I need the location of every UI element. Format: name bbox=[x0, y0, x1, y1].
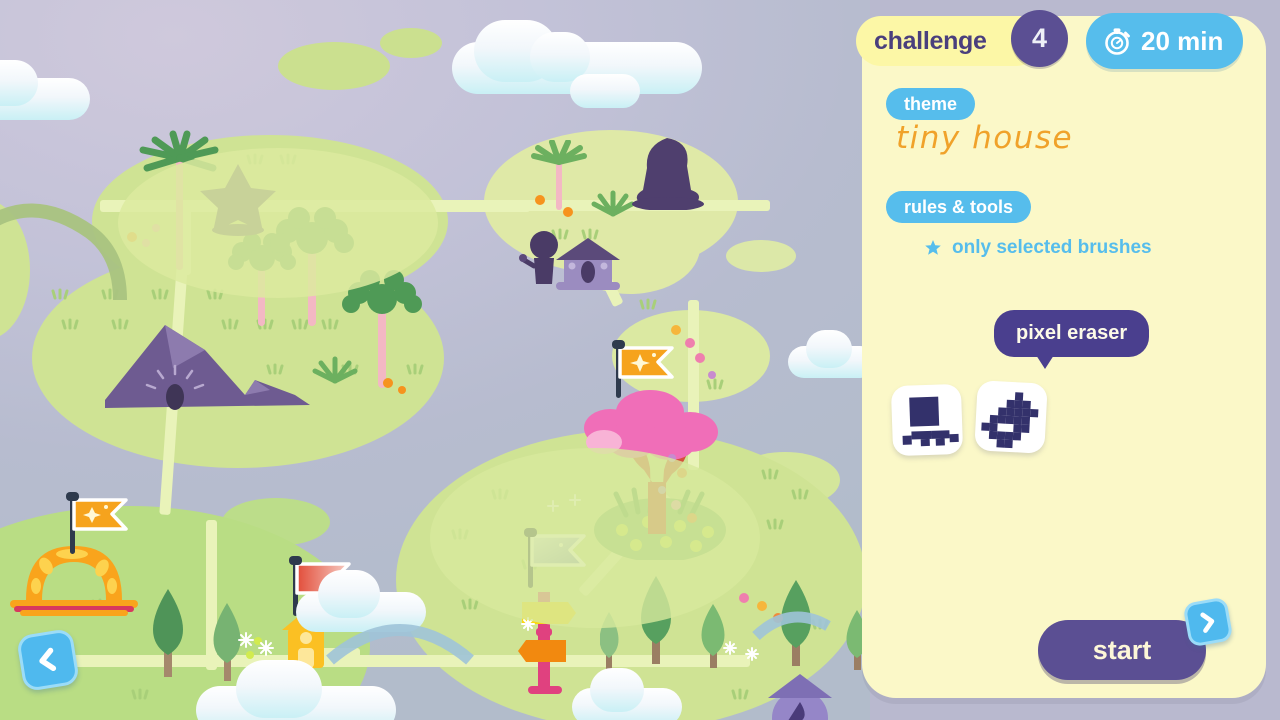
cloud-top-left bbox=[0, 60, 90, 120]
start-label: start bbox=[1092, 634, 1152, 665]
cloud-bottom-small bbox=[572, 668, 682, 720]
island-small-top-b bbox=[371, 28, 451, 72]
back-button[interactable] bbox=[15, 627, 81, 693]
chevron-left-icon bbox=[39, 647, 57, 672]
island-small-top-a bbox=[269, 42, 399, 104]
purple-birdhouse[interactable] bbox=[760, 672, 840, 720]
avatar-character[interactable] bbox=[518, 228, 568, 288]
cloud-lower-left bbox=[296, 570, 426, 632]
tool-tooltip-text: pixel eraser bbox=[1016, 322, 1128, 344]
tool-tooltip: pixel eraser bbox=[994, 310, 1150, 369]
rule-item-0: only selected brushes bbox=[924, 237, 1152, 259]
cloud-top-centre bbox=[452, 16, 702, 108]
game-screen: challenge 4 20 min theme tiny house rule… bbox=[0, 0, 1280, 720]
island-small-right-a bbox=[717, 240, 805, 286]
challenge-label: challenge bbox=[874, 26, 987, 55]
challenge-number-badge: 4 bbox=[1011, 10, 1068, 67]
island-shade-south bbox=[430, 448, 760, 628]
start-arrow-button[interactable] bbox=[1182, 596, 1234, 648]
theme-value: tiny house bbox=[896, 120, 1074, 156]
panel-header: challenge 4 20 min bbox=[856, 10, 1276, 72]
pixel-eraser-tile[interactable] bbox=[974, 380, 1048, 454]
star-icon bbox=[925, 240, 941, 255]
island-shade-west bbox=[118, 148, 438, 298]
start-button[interactable]: start bbox=[1038, 620, 1206, 680]
shrub-west bbox=[312, 356, 358, 384]
challenge-number: 4 bbox=[1031, 23, 1048, 53]
chevron-right-icon bbox=[1200, 612, 1215, 633]
cloud-mid-right bbox=[788, 330, 870, 378]
rock-monument bbox=[632, 138, 704, 210]
theme-pill-label: theme bbox=[904, 93, 958, 114]
world-map[interactable] bbox=[0, 0, 870, 720]
rules-pill: rules & tools bbox=[886, 191, 1032, 223]
timer-label: 20 min bbox=[1141, 25, 1224, 56]
cloud-bottom bbox=[196, 660, 396, 720]
rules-pill-label: rules & tools bbox=[904, 196, 1014, 217]
theme-pill: theme bbox=[886, 88, 976, 120]
island-left-edge bbox=[0, 200, 39, 354]
timer-chip: 20 min bbox=[1086, 13, 1244, 69]
pixel-brush-tile[interactable] bbox=[890, 383, 964, 457]
rule-item-0-text: only selected brushes bbox=[952, 237, 1152, 258]
arch-monument bbox=[10, 546, 138, 616]
pixel-eraser-icon bbox=[981, 392, 1039, 449]
stopwatch-icon bbox=[1105, 28, 1130, 55]
